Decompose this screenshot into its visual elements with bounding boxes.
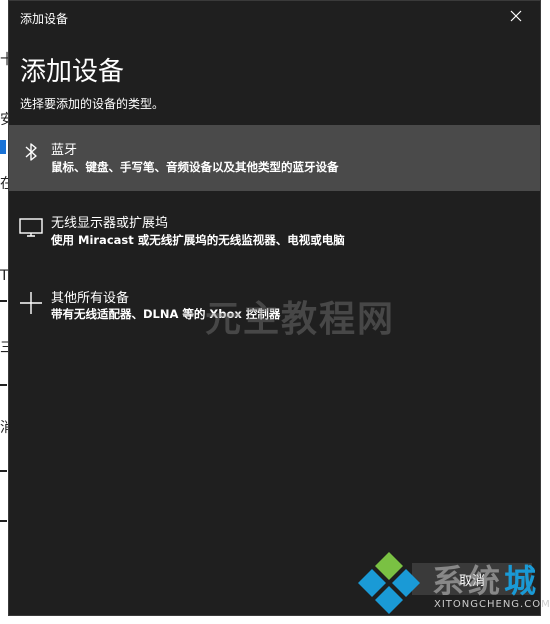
page-subtitle: 选择要添加的设备的类型。 xyxy=(20,97,165,111)
page-title: 添加设备 xyxy=(20,57,125,87)
option-bluetooth[interactable]: 蓝牙 鼠标、键盘、手写笔、音频设备以及其他类型的蓝牙设备 xyxy=(9,125,540,191)
option-label: 无线显示器或扩展坞 xyxy=(51,216,169,231)
bluetooth-icon xyxy=(25,143,37,161)
option-description: 鼠标、键盘、手写笔、音频设备以及其他类型的蓝牙设备 xyxy=(51,160,339,174)
option-label: 蓝牙 xyxy=(51,143,78,158)
option-label: 其他所有设备 xyxy=(51,291,130,306)
add-device-dialog: 添加设备 添加设备 选择要添加的设备的类型。 蓝牙 鼠标、键盘、手写笔、音频设备… xyxy=(8,0,541,616)
background-divider xyxy=(0,520,7,522)
site-watermark-url: XITONGCHENG.COM xyxy=(434,599,550,610)
background-divider xyxy=(0,300,7,302)
monitor-icon xyxy=(19,218,43,237)
site-logo-icon xyxy=(358,552,420,614)
window-title: 添加设备 xyxy=(20,12,69,26)
close-button[interactable] xyxy=(494,1,540,33)
title-bar: 添加设备 xyxy=(9,1,540,33)
option-wireless-display[interactable]: 无线显示器或扩展坞 使用 Miracast 或无线扩展坞的无线监视器、电视或电脑 xyxy=(9,203,540,269)
background-divider xyxy=(0,470,7,472)
close-icon xyxy=(510,10,522,22)
site-watermark-accent: 城 xyxy=(504,562,541,600)
background-divider xyxy=(0,384,7,386)
site-watermark-text: 系统城 xyxy=(432,556,540,602)
plus-icon xyxy=(20,292,42,314)
watermark-center: 元主教程网 xyxy=(205,299,396,340)
site-watermark-gray: 系统 xyxy=(432,562,505,600)
option-description: 使用 Miracast 或无线扩展坞的无线监视器、电视或电脑 xyxy=(51,233,345,247)
background-accent-bar xyxy=(0,140,6,154)
